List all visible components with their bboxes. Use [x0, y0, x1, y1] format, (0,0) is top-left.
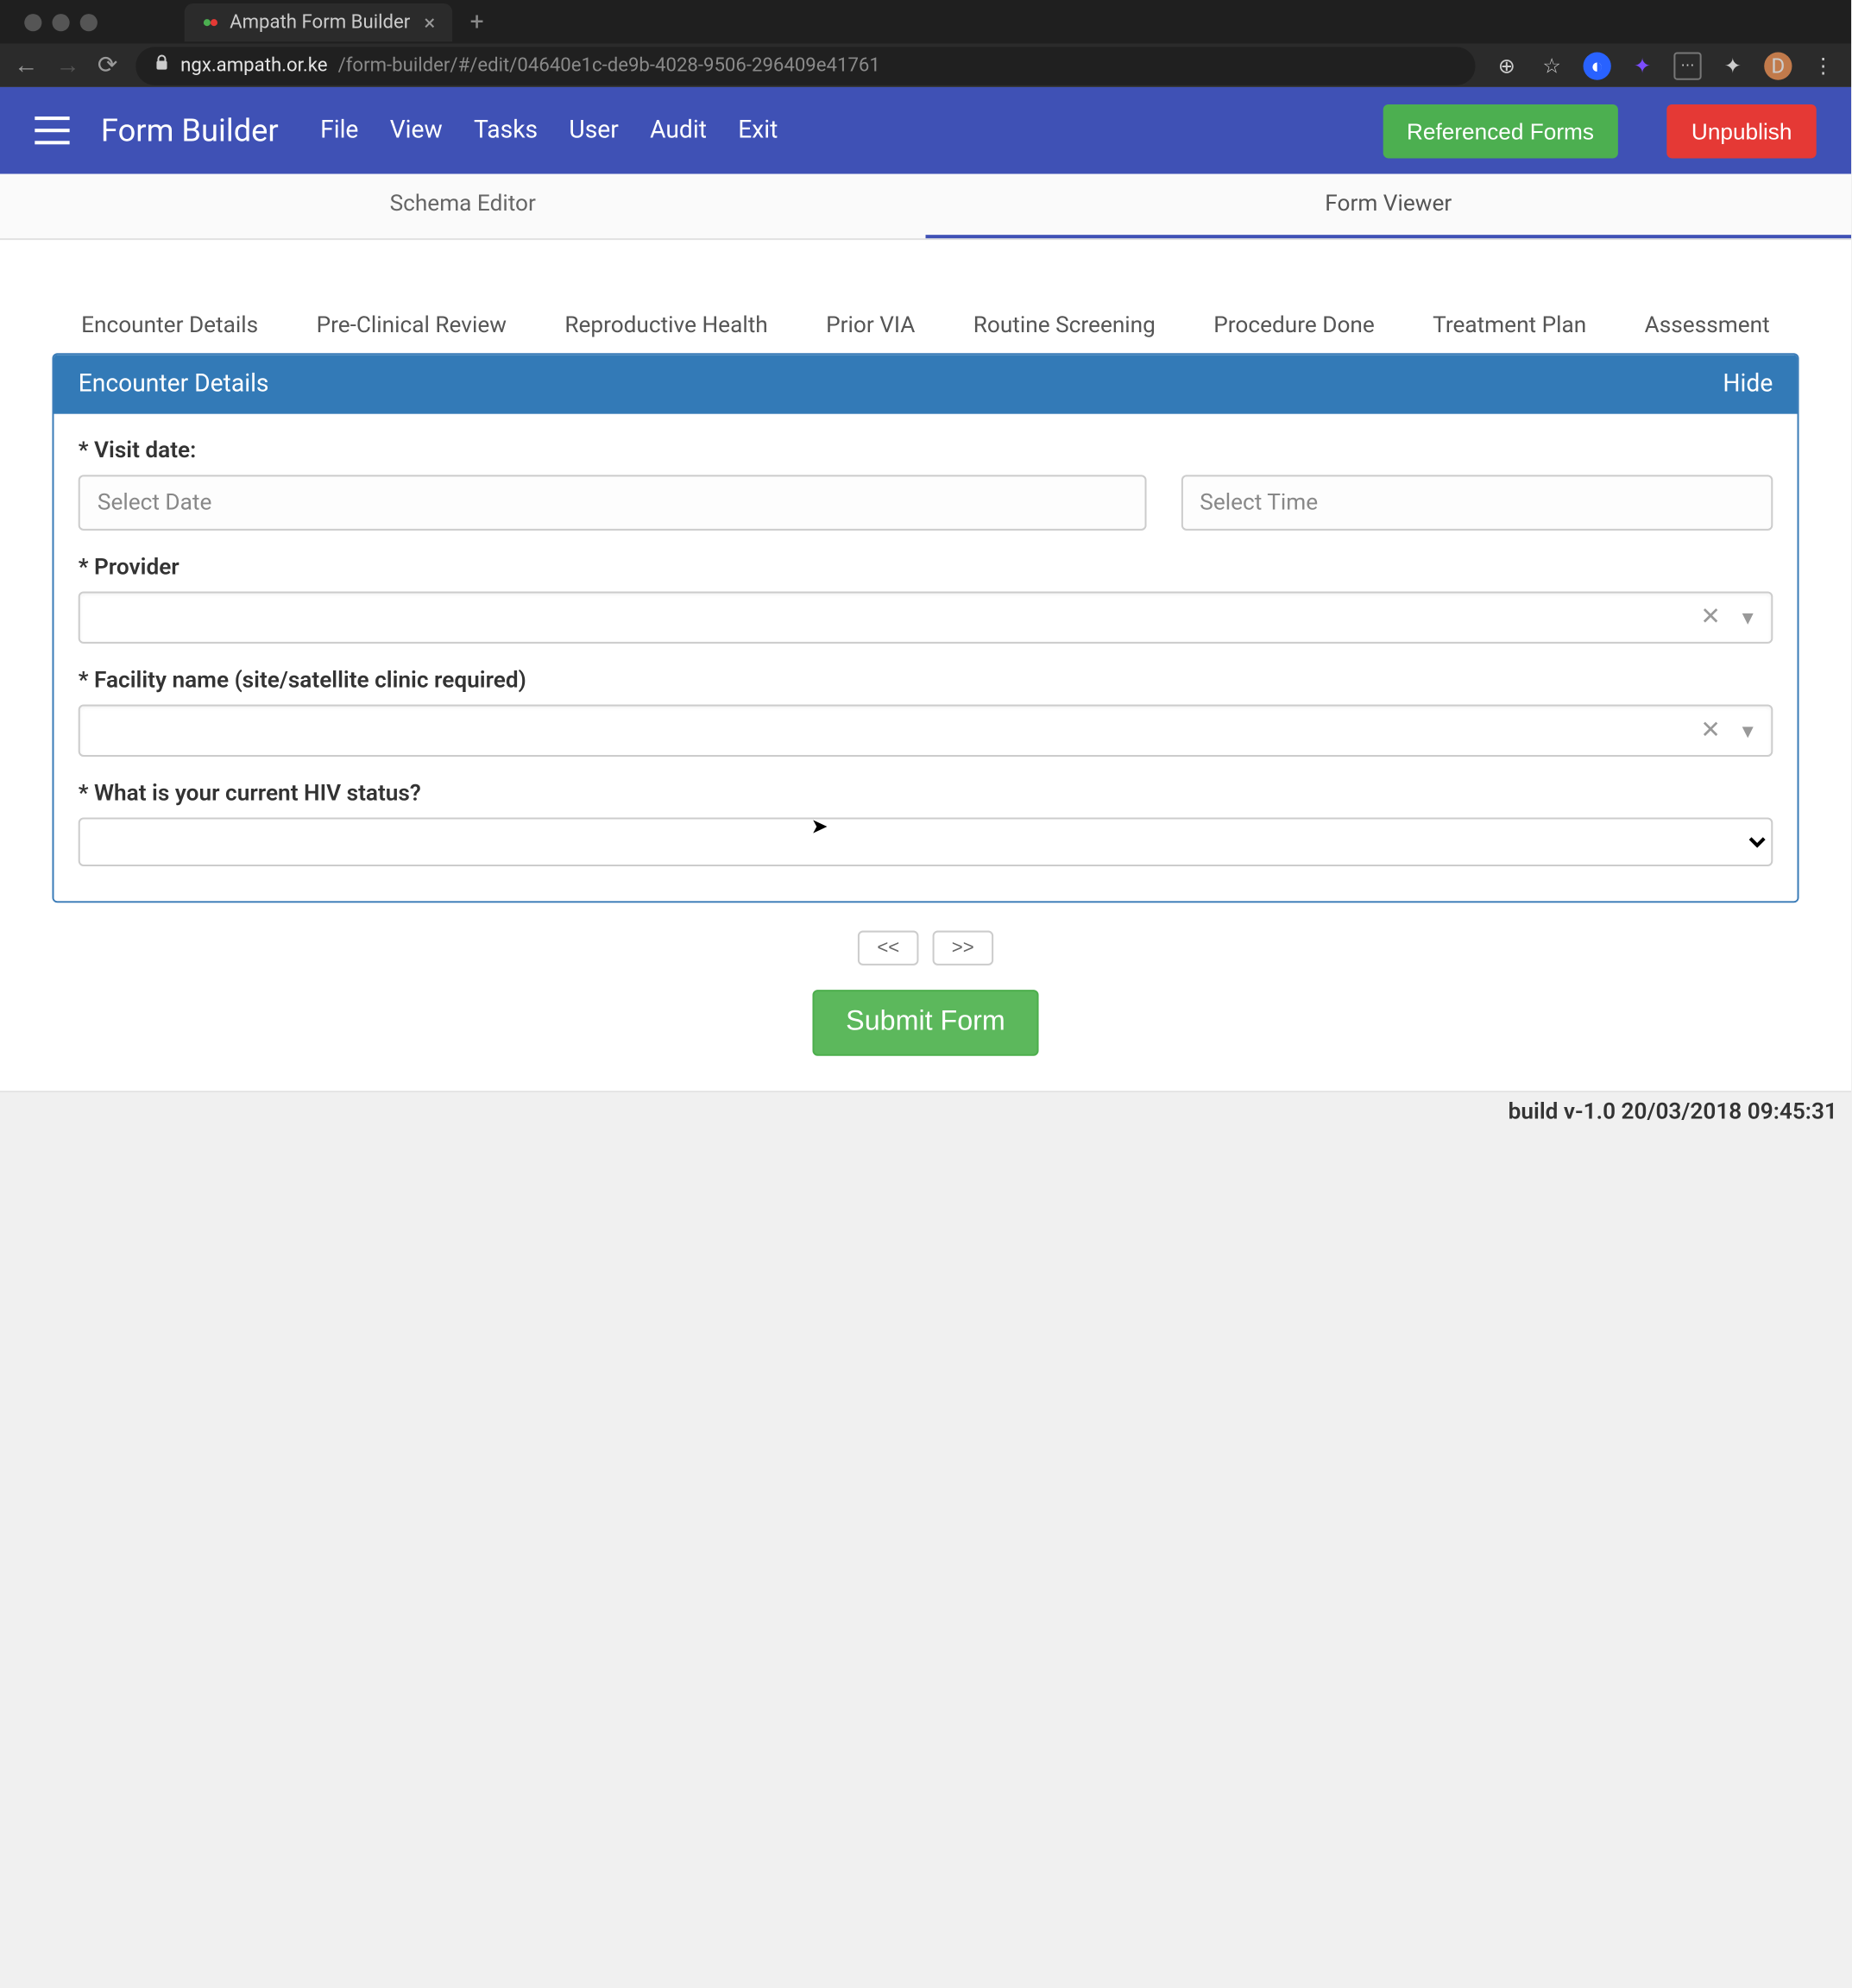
section-tab-treatment-plan[interactable]: Treatment Plan [1422, 299, 1597, 353]
kebab-menu-icon[interactable]: ⋮ [1810, 51, 1837, 79]
extension-2-icon[interactable]: ✦ [1628, 51, 1656, 79]
visit-date-label: * Visit date: [79, 438, 1773, 464]
app-title: Form Builder [101, 112, 279, 148]
provider-combobox[interactable]: ✕ ▼ [79, 591, 1773, 643]
browser-right-icons: ⊕ ☆ ◐ ✦ ⋯ ✦ D ⋮ [1493, 51, 1837, 79]
visit-date-placeholder: Select Date [98, 490, 211, 516]
profile-avatar[interactable]: D [1764, 51, 1792, 79]
extensions-icon[interactable]: ✦ [1719, 51, 1747, 79]
forward-button[interactable]: → [56, 50, 80, 79]
browser-chrome: Ampath Form Builder × + ← → ⟳ ngx.ampath… [0, 0, 1851, 87]
close-icon[interactable]: × [424, 9, 435, 34]
chevron-down-icon[interactable]: ▼ [1738, 607, 1757, 629]
menu-audit[interactable]: Audit [650, 116, 707, 144]
next-page-button[interactable]: >> [933, 931, 993, 966]
prev-page-button[interactable]: << [858, 931, 918, 966]
panel-title: Encounter Details [79, 370, 269, 398]
favicon-icon [202, 13, 219, 30]
browser-tab[interactable]: Ampath Form Builder × [185, 3, 453, 41]
tab-form-viewer[interactable]: Form Viewer [926, 174, 1852, 239]
hide-button[interactable]: Hide [1723, 370, 1773, 398]
traffic-maximize-icon[interactable] [80, 13, 98, 30]
menu-tasks[interactable]: Tasks [474, 116, 538, 144]
form-section-tabs: Encounter Details Pre-Clinical Review Re… [0, 293, 1851, 354]
clear-icon[interactable]: ✕ [1700, 717, 1721, 745]
tab-title: Ampath Form Builder [230, 10, 410, 33]
section-tab-encounter-details[interactable]: Encounter Details [71, 299, 268, 353]
section-tab-routine-screening[interactable]: Routine Screening [963, 299, 1166, 353]
tab-bar: Ampath Form Builder × + [0, 0, 1851, 43]
main-content: Encounter Details Pre-Clinical Review Re… [0, 240, 1851, 1091]
hamburger-icon[interactable] [35, 116, 69, 144]
section-tab-reproductive-health[interactable]: Reproductive Health [554, 299, 778, 353]
traffic-minimize-icon[interactable] [52, 13, 69, 30]
zoom-icon[interactable]: ⊕ [1493, 51, 1521, 79]
build-info: build v-1.0 20/03/2018 09:45:31 [0, 1091, 1851, 1132]
chevron-down-icon[interactable]: ▼ [1738, 720, 1757, 742]
lock-icon [153, 53, 170, 76]
facility-label: * Facility name (site/satellite clinic r… [79, 668, 1773, 694]
facility-combobox[interactable]: ✕ ▼ [79, 704, 1773, 756]
extension-3-icon[interactable]: ⋯ [1673, 51, 1701, 79]
visit-time-placeholder: Select Time [1200, 490, 1318, 516]
back-button[interactable]: ← [14, 50, 38, 79]
section-tab-procedure-done[interactable]: Procedure Done [1203, 299, 1385, 353]
menu-view[interactable]: View [390, 116, 443, 144]
panel-header: Encounter Details Hide [54, 355, 1797, 414]
star-icon[interactable]: ☆ [1538, 51, 1565, 79]
unpublish-button[interactable]: Unpublish [1667, 104, 1817, 157]
traffic-close-icon[interactable] [24, 13, 41, 30]
menu-file[interactable]: File [320, 116, 358, 144]
new-tab-button[interactable]: + [470, 8, 484, 35]
window-controls [24, 13, 98, 30]
pager: << >> [0, 931, 1851, 966]
address-bar-row: ← → ⟳ ngx.ampath.or.ke/form-builder/#/ed… [0, 43, 1851, 86]
menu-exit[interactable]: Exit [738, 116, 778, 144]
encounter-details-panel: Encounter Details Hide * Visit date: Sel… [52, 353, 1798, 903]
app-toolbar: Form Builder File View Tasks User Audit … [0, 87, 1851, 174]
section-tab-prior-via[interactable]: Prior VIA [816, 299, 925, 353]
url-host: ngx.ampath.or.ke [180, 53, 327, 76]
editor-viewer-tabs: Schema Editor Form Viewer [0, 174, 1851, 241]
reload-button[interactable]: ⟳ [98, 51, 118, 79]
clear-icon[interactable]: ✕ [1700, 604, 1721, 632]
visit-time-input[interactable]: Select Time [1181, 475, 1773, 531]
section-tab-assessment[interactable]: Assessment [1635, 299, 1780, 353]
visit-date-input[interactable]: Select Date [79, 475, 1146, 531]
submit-form-button[interactable]: Submit Form [813, 990, 1038, 1056]
hiv-status-select[interactable] [79, 818, 1773, 866]
referenced-forms-button[interactable]: Referenced Forms [1383, 104, 1618, 157]
extension-1-icon[interactable]: ◐ [1584, 51, 1611, 79]
section-tab-pre-clinical-review[interactable]: Pre-Clinical Review [306, 299, 517, 353]
url-path: /form-builder/#/edit/04640e1c-de9b-4028-… [338, 53, 880, 76]
menu-user[interactable]: User [569, 116, 618, 144]
panel-body: * Visit date: Select Date Select Time [54, 414, 1797, 901]
hiv-status-label: * What is your current HIV status? [79, 781, 1773, 807]
address-bar[interactable]: ngx.ampath.or.ke/form-builder/#/edit/046… [135, 46, 1476, 84]
provider-label: * Provider [79, 555, 1773, 581]
tab-schema-editor[interactable]: Schema Editor [0, 174, 926, 239]
